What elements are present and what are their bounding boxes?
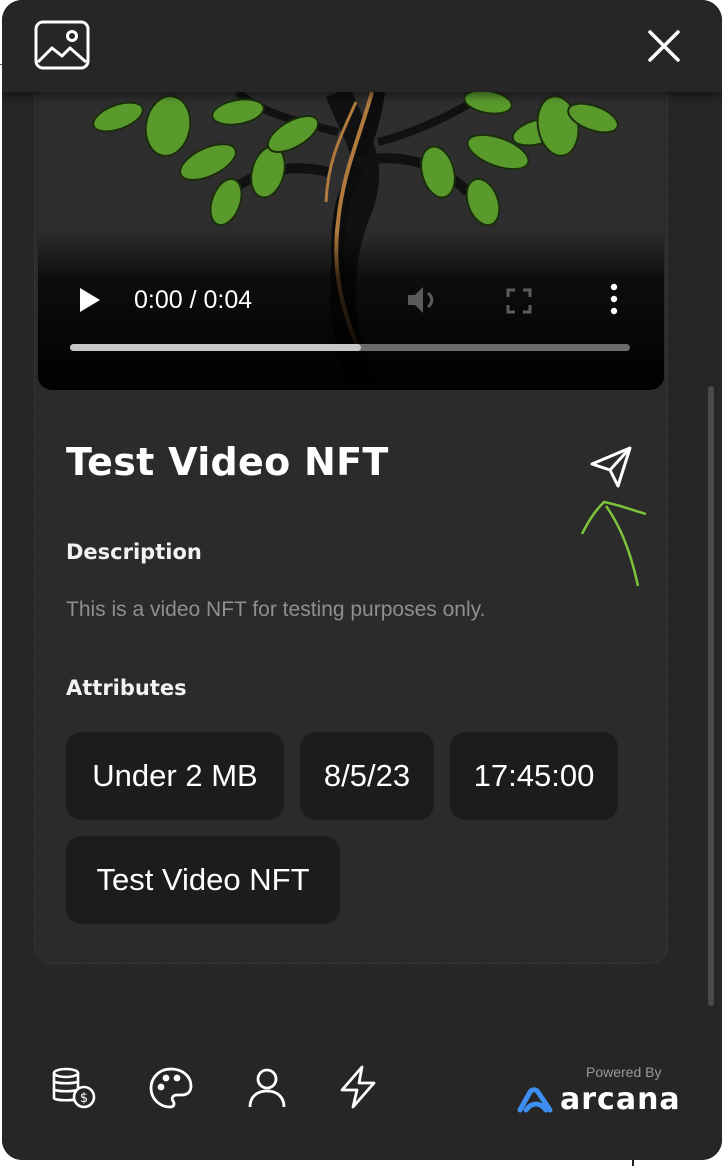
top-bar [2, 0, 722, 92]
attribute-chip: 8/5/23 [300, 732, 434, 820]
scrollbar[interactable] [708, 92, 716, 1012]
volume-icon[interactable] [406, 284, 440, 316]
bolt-icon[interactable] [336, 1064, 380, 1110]
play-icon[interactable] [78, 286, 102, 314]
attribute-chip: 17:45:00 [450, 732, 618, 820]
nft-title: Test Video NFT [66, 440, 389, 484]
svg-text:$: $ [80, 1091, 88, 1106]
palette-icon[interactable] [148, 1066, 194, 1110]
video-progress-fill [70, 344, 362, 351]
fullscreen-icon[interactable] [506, 288, 532, 314]
attribute-chip: Test Video NFT [66, 836, 340, 924]
attribute-chip: Under 2 MB [66, 732, 284, 820]
video-player[interactable]: 0:00 / 0:04 [38, 92, 664, 390]
description-text: This is a video NFT for testing purposes… [66, 598, 486, 621]
scrollbar-thumb[interactable] [708, 386, 714, 1006]
powered-by-label: Powered By [586, 1064, 662, 1080]
video-progress-bar[interactable] [70, 344, 630, 351]
video-controls: 0:00 / 0:04 [38, 232, 664, 390]
user-icon[interactable] [246, 1066, 288, 1110]
more-vert-icon[interactable] [604, 282, 624, 316]
close-icon[interactable] [642, 24, 686, 68]
wallet-panel: 0:00 / 0:04 Test Video NFT Description T… [2, 0, 722, 1160]
bottom-nav: $ Powered By arcana [2, 1052, 722, 1160]
video-time: 0:00 / 0:04 [134, 286, 253, 314]
coins-icon[interactable]: $ [50, 1066, 98, 1110]
description-label: Description [66, 540, 202, 564]
arcana-logo-icon [517, 1086, 553, 1112]
scroll-area[interactable]: 0:00 / 0:04 Test Video NFT Description T… [2, 92, 722, 1052]
arcana-logo[interactable]: arcana [516, 1082, 681, 1117]
send-icon[interactable] [588, 444, 636, 490]
attributes-label: Attributes [66, 676, 187, 700]
annotation-arrow [580, 500, 647, 587]
image-icon[interactable] [34, 20, 90, 70]
brand-name: arcana [560, 1082, 681, 1117]
